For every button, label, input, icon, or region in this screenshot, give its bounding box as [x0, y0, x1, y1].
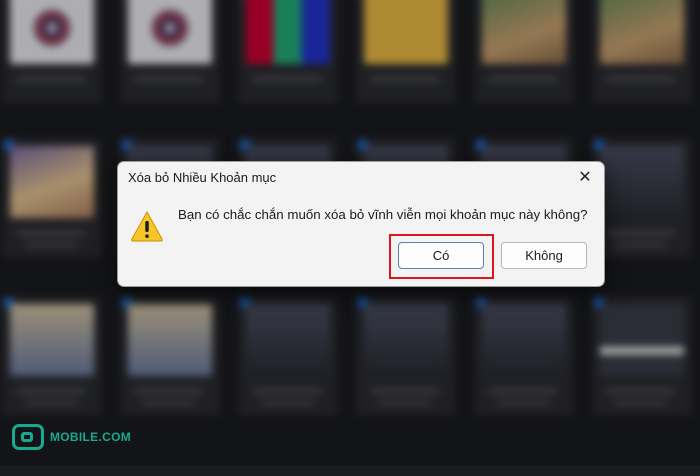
watermark-text: MOBILE.COM: [50, 430, 131, 444]
warning-icon: [131, 210, 163, 242]
confirm-delete-dialog: Xóa bỏ Nhiều Khoản mục ✕ Bạn có chắc chắ…: [117, 161, 605, 287]
watermark-logo-icon: [12, 424, 44, 450]
dialog-title: Xóa bỏ Nhiều Khoản mục: [128, 170, 277, 185]
dialog-titlebar: Xóa bỏ Nhiều Khoản mục ✕: [118, 162, 604, 192]
watermark: MOBILE.COM: [12, 424, 131, 450]
dialog-message: Bạn có chắc chắn muốn xóa bỏ vĩnh viễn m…: [178, 207, 588, 222]
close-icon[interactable]: ✕: [572, 165, 598, 189]
no-button[interactable]: Không: [501, 242, 587, 269]
yes-button[interactable]: Có: [398, 242, 484, 269]
